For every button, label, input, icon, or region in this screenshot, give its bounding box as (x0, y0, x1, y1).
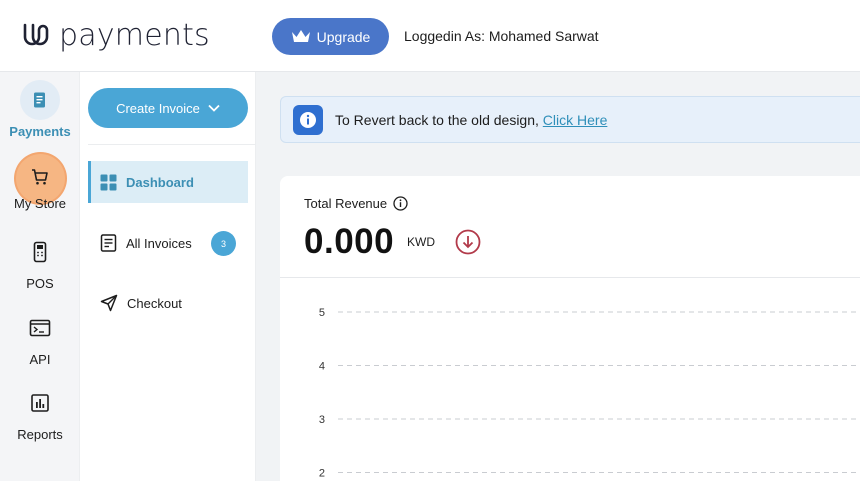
bar-chart-icon (20, 383, 60, 423)
rail-label-reports: Reports (17, 427, 63, 442)
banner-text: To Revert back to the old design, Click … (335, 112, 607, 128)
document-icon (20, 80, 60, 120)
nav-label-dashboard: Dashboard (126, 174, 194, 190)
rail-item-payments[interactable]: Payments (0, 80, 80, 139)
y-tick-label: 3 (319, 414, 325, 426)
create-invoice-label: Create Invoice (116, 100, 200, 116)
rail-item-reports[interactable]: Reports (0, 383, 80, 442)
subnav-divider (88, 144, 256, 145)
revenue-label-row: Total Revenue (304, 196, 408, 211)
brand-name: payments (59, 17, 210, 53)
rail-item-my-store[interactable]: My Store (0, 157, 80, 211)
crown-icon (291, 30, 310, 42)
pos-terminal-icon (20, 232, 60, 272)
y-tick-label: 5 (319, 307, 325, 319)
nav-label-checkout: Checkout (127, 295, 182, 311)
cart-icon (20, 157, 60, 197)
nav-item-all-invoices[interactable]: All Invoices 3 (88, 222, 248, 264)
nav-item-checkout[interactable]: Checkout (88, 282, 248, 324)
logo-mark-icon (23, 23, 49, 46)
upgrade-label: Upgrade (316, 28, 371, 45)
invoice-count-badge: 3 (211, 231, 236, 256)
rail-label-api: API (29, 352, 51, 367)
invoice-icon (100, 234, 117, 252)
banner-message: To Revert back to the old design, (335, 111, 539, 128)
sub-navigation: Create Invoice Dashboard All Invoices 3 … (80, 72, 256, 481)
top-bar: payments Upgrade Loggedin As: Mohamed Sa… (0, 0, 860, 72)
info-circle-icon[interactable] (393, 196, 408, 211)
revenue-chart: 5 4 3 2 (319, 307, 860, 480)
revenue-value: 0.000 (304, 222, 395, 261)
y-tick-label: 2 (319, 468, 325, 480)
terminal-icon (20, 308, 60, 348)
brand-logo[interactable]: payments (22, 17, 210, 53)
revenue-unit: KWD (407, 235, 435, 249)
send-icon (100, 294, 118, 312)
logged-in-user: Loggedin As: Mohamed Sarwat (404, 28, 599, 44)
upgrade-button[interactable]: Upgrade (272, 18, 389, 55)
revert-design-link[interactable]: Click Here (543, 112, 608, 128)
rail-label-pos: POS (26, 276, 54, 291)
main-rail: Payments My Store POS API Reports (0, 72, 80, 481)
arrow-down-circle-icon (455, 229, 481, 255)
rail-item-api[interactable]: API (0, 308, 80, 367)
rail-label-my-store: My Store (13, 196, 66, 211)
nav-label-all-invoices: All Invoices (126, 235, 192, 251)
nav-item-dashboard[interactable]: Dashboard (88, 161, 248, 203)
revenue-label: Total Revenue (304, 196, 388, 211)
create-invoice-button[interactable]: Create Invoice (88, 88, 248, 128)
y-tick-label: 4 (319, 361, 325, 373)
rail-item-pos[interactable]: POS (0, 232, 80, 291)
chevron-down-icon (208, 104, 220, 112)
info-icon (293, 104, 323, 135)
revenue-card: Total Revenue 0.000 KWD 5 4 3 2 (280, 176, 860, 481)
info-banner: To Revert back to the old design, Click … (280, 96, 860, 143)
grid-icon (100, 174, 117, 190)
rail-label-payments: Payments (9, 124, 71, 139)
